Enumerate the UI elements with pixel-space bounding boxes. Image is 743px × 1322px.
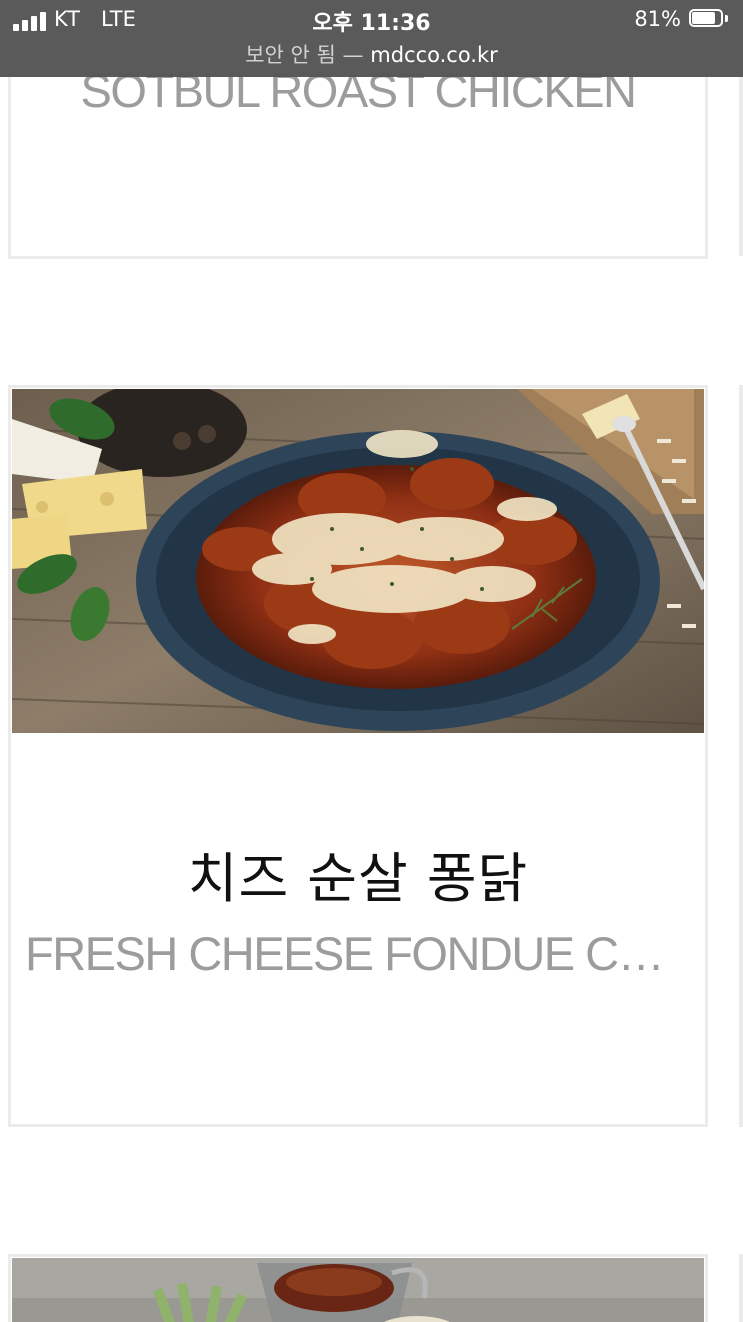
battery-percentage: 81% xyxy=(634,7,681,31)
clock: 오후 11:36 xyxy=(312,11,431,36)
url-domain: mdcco.co.kr xyxy=(370,43,498,67)
url-bar[interactable]: 보안 안 됨 — mdcco.co.kr xyxy=(0,39,743,69)
security-warning: 보안 안 됨 — xyxy=(245,43,364,67)
status-bar: KT LTE 오후 11:36 81% 보안 안 됨 — mdcco.co.kr xyxy=(0,0,743,77)
menu-item-photo[interactable] xyxy=(12,389,704,733)
menu-card-3[interactable] xyxy=(8,1254,708,1322)
next-column-card-edge xyxy=(739,1254,743,1322)
menu-item-english-name: FRESH CHEESE FONDUE CHICKEN xyxy=(25,927,693,980)
menu-item-photo[interactable] xyxy=(12,1258,704,1322)
next-column-card-edge xyxy=(739,385,743,1127)
menu-card-2[interactable]: 치즈 순살 퐁닭 FRESH CHEESE FONDUE CHICKEN xyxy=(8,385,708,1127)
battery-icon xyxy=(689,9,729,29)
menu-page: SOTBUL ROAST CHICKEN 치즈 순살 퐁닭 FRESH CHEE… xyxy=(0,0,743,1322)
menu-item-korean-name: 치즈 순살 퐁닭 xyxy=(187,847,529,910)
